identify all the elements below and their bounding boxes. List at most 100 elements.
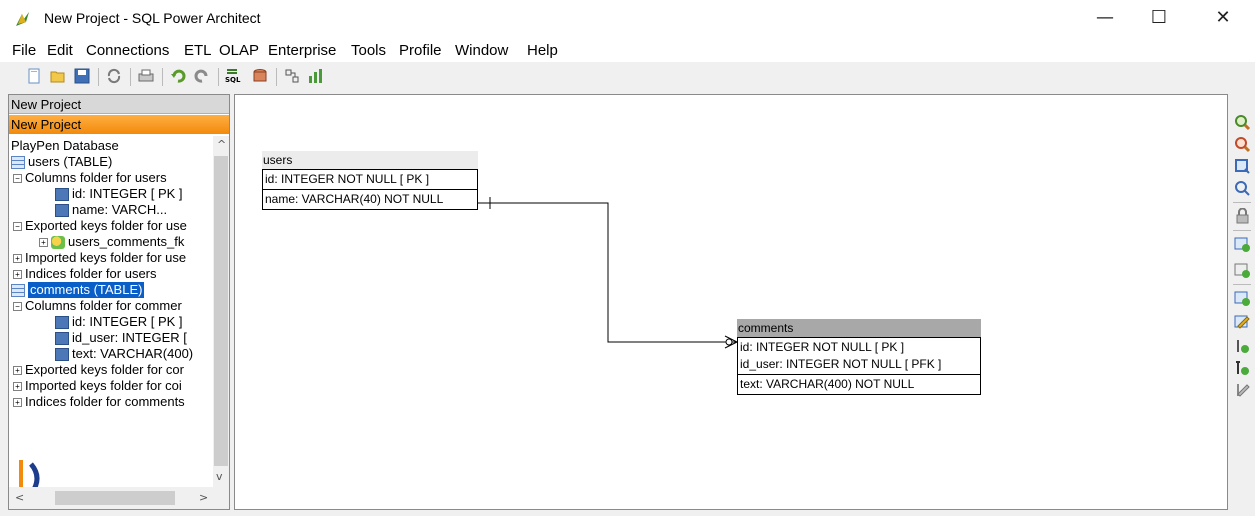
entity-users[interactable]: users id: INTEGER NOT NULL [ PK ] name: … (262, 151, 478, 210)
scroll-right-icon[interactable]: > (199, 491, 208, 504)
data-mover-icon[interactable] (306, 66, 326, 86)
column-icon (55, 331, 69, 345)
refresh-icon[interactable] (104, 66, 124, 86)
expand-icon[interactable]: + (13, 253, 22, 263)
minimize-button[interactable]: — (1082, 0, 1128, 36)
playpen-canvas[interactable]: users id: INTEGER NOT NULL [ PK ] name: … (234, 94, 1228, 510)
column-row[interactable]: name: VARCHAR(40) NOT NULL (265, 191, 475, 208)
tree-column[interactable]: text: VARCHAR(400) (55, 346, 193, 362)
menu-etl[interactable]: ETL (184, 42, 212, 59)
menu-profile[interactable]: Profile (399, 42, 442, 59)
menu-edit[interactable]: Edit (47, 42, 73, 59)
menu-window[interactable]: Window (455, 42, 508, 59)
zoom-out-icon[interactable] (1234, 136, 1251, 153)
window-title: New Project - SQL Power Architect (44, 10, 261, 26)
column-row[interactable]: id_user: INTEGER NOT NULL [ PFK ] (740, 356, 978, 373)
tree-folder-users-indices[interactable]: + Indices folder for users (13, 266, 157, 282)
tree-horizontal-scrollbar[interactable]: < > (9, 487, 229, 509)
redo-icon[interactable] (192, 66, 212, 86)
database-tree-panel: New Project New Project PlayPen Database… (8, 94, 230, 510)
close-button[interactable]: ✕ (1200, 0, 1246, 36)
main-toolbar: SQL (0, 62, 1255, 92)
entity-title: users (262, 151, 478, 169)
tree-folder-users-imported[interactable]: + Imported keys folder for use (13, 250, 186, 266)
table-icon (11, 283, 25, 297)
zoom-in-icon[interactable] (1234, 114, 1251, 131)
column-section: name: VARCHAR(40) NOT NULL (263, 189, 477, 209)
zoom-reset-icon[interactable] (1234, 180, 1251, 197)
app-icon (16, 12, 29, 26)
scroll-up-icon[interactable]: ^ (217, 138, 226, 151)
playpen-toolbar (1230, 94, 1255, 510)
collapse-icon[interactable]: − (13, 301, 22, 311)
select-all-icon[interactable] (1234, 208, 1251, 225)
menu-olap[interactable]: OLAP (219, 42, 259, 59)
tree-folder-comments-indices[interactable]: + Indices folder for comments (13, 394, 185, 410)
open-project-icon[interactable] (48, 66, 68, 86)
column-row[interactable]: text: VARCHAR(400) NOT NULL (740, 376, 978, 393)
tree-folder-comments-exported[interactable]: + Exported keys folder for cor (13, 362, 184, 378)
title-bar: New Project - SQL Power Architect — ☐ ✕ (0, 0, 1255, 38)
tree-column[interactable]: name: VARCH... (55, 202, 167, 218)
column-section: text: VARCHAR(400) NOT NULL (738, 374, 980, 394)
scroll-thumb[interactable] (55, 491, 175, 505)
architect-logo (19, 460, 40, 487)
tree-folder-users-exported[interactable]: − Exported keys folder for use (13, 218, 187, 234)
tree-column[interactable]: id: INTEGER [ PK ] (55, 314, 183, 330)
edit-table-icon[interactable] (1234, 314, 1251, 331)
tree-folder-comments-imported[interactable]: + Imported keys folder for coi (13, 378, 182, 394)
expand-icon[interactable]: + (13, 397, 22, 407)
project-header[interactable]: New Project (9, 95, 229, 114)
tree-folder-comments-columns[interactable]: − Columns folder for commer (13, 298, 182, 314)
project-header-selected[interactable]: New Project (9, 115, 229, 134)
zoom-fit-icon[interactable] (1234, 158, 1251, 175)
collapse-icon[interactable]: − (13, 221, 22, 231)
compare-dm-icon[interactable] (250, 66, 270, 86)
menu-help[interactable]: Help (527, 42, 558, 59)
column-row[interactable]: id: INTEGER NOT NULL [ PK ] (265, 171, 475, 188)
tree-fk[interactable]: + users_comments_fk (39, 234, 184, 250)
new-relationship-icon[interactable] (1234, 360, 1251, 377)
forward-engineer-sql-icon[interactable]: SQL (224, 66, 244, 86)
new-table-icon[interactable] (1234, 236, 1251, 253)
expand-icon[interactable]: + (13, 365, 22, 375)
new-identifying-relationship-icon[interactable] (1234, 338, 1251, 355)
tree-folder-users-columns[interactable]: − Columns folder for users (13, 170, 167, 186)
edit-relationship-icon[interactable] (1234, 382, 1251, 399)
scroll-left-icon[interactable]: < (15, 491, 24, 504)
expand-icon[interactable]: + (13, 269, 22, 279)
undo-icon[interactable] (168, 66, 188, 86)
tree-vertical-scrollbar[interactable]: ^ v (213, 136, 229, 487)
menu-enterprise[interactable]: Enterprise (268, 42, 336, 59)
insert-column-icon[interactable] (1234, 290, 1251, 307)
relationship-icon (51, 235, 65, 249)
expand-icon[interactable]: + (39, 237, 48, 247)
new-column-icon[interactable] (1234, 262, 1251, 279)
new-project-icon[interactable] (24, 66, 44, 86)
menu-connections[interactable]: Connections (86, 42, 169, 59)
tree-column[interactable]: id_user: INTEGER [ (55, 330, 187, 346)
tree-table-comments[interactable]: comments (TABLE) (11, 282, 145, 298)
tree-column[interactable]: id: INTEGER [ PK ] (55, 186, 183, 202)
maximize-button[interactable]: ☐ (1136, 0, 1182, 36)
tree-root[interactable]: PlayPen Database (11, 138, 119, 154)
tree-table-users[interactable]: users (TABLE) (11, 154, 112, 170)
menu-file[interactable]: File (12, 42, 36, 59)
entity-body: id: INTEGER NOT NULL [ PK ] name: VARCHA… (262, 169, 478, 210)
expand-icon[interactable]: + (13, 381, 22, 391)
scroll-down-icon[interactable]: v (216, 470, 223, 483)
collapse-icon[interactable]: − (13, 173, 22, 183)
export-csv-icon[interactable] (282, 66, 302, 86)
column-row[interactable]: id: INTEGER NOT NULL [ PK ] (740, 339, 978, 356)
column-icon (55, 347, 69, 361)
print-icon[interactable] (136, 66, 156, 86)
menu-bar: File Edit Connections ETL OLAP Enterpris… (0, 38, 1255, 62)
save-project-icon[interactable] (72, 66, 92, 86)
entity-title: comments (737, 319, 981, 337)
entity-body: id: INTEGER NOT NULL [ PK ] id_user: INT… (737, 337, 981, 395)
entity-comments[interactable]: comments id: INTEGER NOT NULL [ PK ] id_… (737, 319, 981, 395)
column-icon (55, 187, 69, 201)
menu-tools[interactable]: Tools (351, 42, 386, 59)
table-icon (11, 155, 25, 169)
scroll-thumb[interactable] (214, 156, 228, 466)
